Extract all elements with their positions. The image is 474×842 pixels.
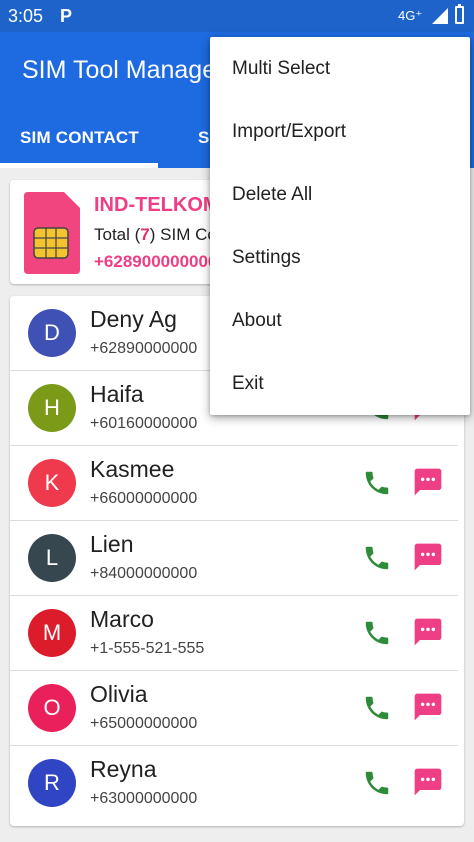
signal-icon [432, 8, 448, 24]
avatar: L [28, 534, 76, 582]
phone-icon[interactable] [362, 693, 392, 723]
menu-item-exit[interactable]: Exit [210, 352, 470, 415]
avatar: O [28, 684, 76, 732]
contact-name: Reyna [90, 756, 157, 782]
sim-total-prefix: Total ( [94, 225, 141, 244]
contact-name: Marco [90, 606, 154, 632]
status-bar: 3:05 P 4G⁺ [0, 0, 474, 32]
status-time: 3:05 [8, 6, 44, 26]
message-icon[interactable] [412, 616, 444, 648]
battery-icon [455, 4, 464, 24]
contact-number: +66000000000 [90, 490, 198, 507]
tab-sim-contact[interactable]: SIM CONTACT [20, 128, 139, 148]
contact-row[interactable]: K Kasmee +66000000000 [10, 446, 464, 521]
contact-row[interactable]: M Marco +1-555-521-555 [10, 596, 464, 671]
contact-row[interactable]: R Reyna +63000000000 [10, 746, 464, 821]
parking-app-icon: P [60, 6, 73, 26]
message-icon[interactable] [412, 691, 444, 723]
contact-number: +84000000000 [90, 565, 198, 582]
menu-item-delete-all[interactable]: Delete All [210, 163, 470, 226]
avatar: D [28, 309, 76, 357]
contact-name: Kasmee [90, 456, 175, 482]
phone-icon[interactable] [362, 543, 392, 573]
contact-number: +63000000000 [90, 790, 198, 807]
contact-row[interactable]: L Lien +84000000000 [10, 521, 464, 596]
avatar: H [28, 384, 76, 432]
network-type-indicator: 4G⁺ [398, 8, 423, 23]
avatar: K [28, 459, 76, 507]
message-icon[interactable] [412, 766, 444, 798]
phone-icon[interactable] [362, 468, 392, 498]
sim-phone-number: +6289000000000 [94, 252, 227, 271]
tab-indicator [0, 163, 158, 168]
menu-item-settings[interactable]: Settings [210, 226, 470, 289]
sim-card-icon [24, 192, 80, 274]
contact-number: +65000000000 [90, 715, 198, 732]
avatar: R [28, 759, 76, 807]
menu-item-about[interactable]: About [210, 289, 470, 352]
sim-total-count: 7 [140, 225, 150, 244]
phone-icon[interactable] [362, 618, 392, 648]
phone-icon[interactable] [362, 768, 392, 798]
contact-name: Deny Ag [90, 306, 177, 332]
contact-number: +60160000000 [90, 415, 198, 432]
contact-number: +1-555-521-555 [90, 640, 205, 657]
contact-number: +62890000000 [90, 340, 198, 357]
overflow-menu: Multi Select Import/Export Delete All Se… [210, 37, 470, 415]
menu-item-multi-select[interactable]: Multi Select [210, 37, 470, 100]
menu-item-import-export[interactable]: Import/Export [210, 100, 470, 163]
message-icon[interactable] [412, 466, 444, 498]
contact-name: Olivia [90, 681, 148, 707]
contact-row[interactable]: O Olivia +65000000000 [10, 671, 464, 746]
app-title: SIM Tool Manager [22, 56, 225, 84]
contact-name: Lien [90, 531, 134, 557]
message-icon[interactable] [412, 541, 444, 573]
contact-name: Haifa [90, 381, 144, 407]
avatar: M [28, 609, 76, 657]
